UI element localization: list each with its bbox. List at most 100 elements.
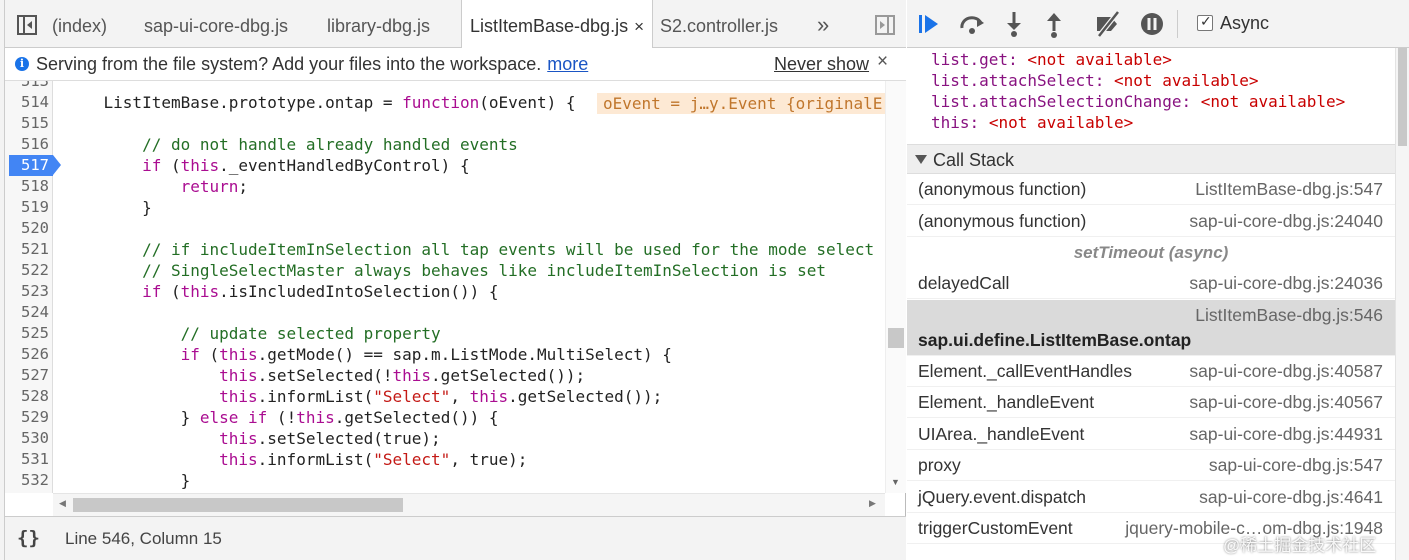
scope-variable-row[interactable]: list.attachSelect: <not available> [931, 70, 1259, 91]
line-number[interactable]: 527 [5, 365, 49, 386]
call-frame-location[interactable]: sap-ui-core-dbg.js:40587 [1189, 361, 1383, 382]
tab-sap-ui-core[interactable]: sap-ui-core-dbg.js [144, 0, 288, 48]
cursor-position: Line 546, Column 15 [65, 529, 222, 548]
call-frame-location[interactable]: ListItemBase-dbg.js:546 [1195, 305, 1383, 326]
debugger-vertical-scroll-thumb[interactable] [1398, 48, 1407, 146]
tab-library[interactable]: library-dbg.js [327, 0, 430, 48]
more-tabs-icon[interactable]: » [817, 12, 829, 38]
line-number[interactable]: 524 [5, 302, 49, 323]
call-frame[interactable]: Element._handleEvent sap-ui-core-dbg.js:4… [907, 387, 1395, 418]
code-line: return; [180, 177, 249, 196]
more-link[interactable]: more [547, 54, 588, 74]
step-into-icon[interactable] [999, 9, 1029, 39]
tab-s2-controller[interactable]: S2.controller.js [660, 0, 778, 48]
line-number[interactable]: 513 [5, 81, 49, 92]
step-over-icon[interactable] [957, 9, 987, 39]
scope-variable-name: list.attachSelect: [931, 71, 1105, 90]
scope-variable-name: list.get: [931, 50, 1018, 69]
scope-variable-value: <not available> [1200, 92, 1346, 111]
tab-index[interactable]: (index) [52, 0, 107, 48]
scope-variable-value: <not available> [988, 113, 1134, 132]
navigator-toggle-icon[interactable] [17, 15, 37, 35]
call-stack-title: Call Stack [933, 150, 1015, 170]
line-number[interactable]: 523 [5, 281, 49, 302]
scroll-down-arrow-icon[interactable]: ▼ [891, 477, 900, 487]
call-frame[interactable]: proxy sap-ui-core-dbg.js:547 [907, 450, 1395, 481]
scope-variable-row[interactable]: list.get: <not available> [931, 49, 1172, 70]
call-frame-function: triggerCustomEvent [918, 518, 1073, 538]
call-frame-location[interactable]: ListItemBase-dbg.js:547 [1195, 179, 1383, 200]
expand-triangle-icon [915, 155, 927, 164]
resume-icon[interactable] [915, 9, 945, 39]
call-frame-function: UIArea._handleEvent [918, 423, 1085, 444]
call-frame[interactable]: (anonymous function) ListItemBase-dbg.js:… [907, 174, 1395, 205]
call-frame-location[interactable]: sap-ui-core-dbg.js:44931 [1189, 424, 1383, 445]
async-label[interactable]: Async [1220, 13, 1269, 34]
line-number[interactable]: 531 [5, 449, 49, 470]
deactivate-breakpoints-icon[interactable] [1093, 9, 1123, 39]
call-frame[interactable]: UIArea._handleEvent sap-ui-core-dbg.js:44… [907, 419, 1395, 450]
editor-vertical-scrollbar[interactable]: ▼ [885, 81, 906, 493]
watermark: @稀土掘金技术社区 [1223, 536, 1377, 555]
editor-tab-bar: (index) sap-ui-core-dbg.js library-dbg.j… [5, 0, 906, 49]
scroll-right-arrow-icon[interactable]: ▶ [869, 498, 876, 509]
tab-list-item-base[interactable]: ListItemBase-dbg.js × [461, 0, 654, 49]
scope-variable-row[interactable]: list.attachSelectionChange: <not availab… [931, 91, 1345, 112]
debugger-vertical-scrollbar[interactable] [1395, 48, 1409, 560]
call-frame[interactable]: delayedCall sap-ui-core-dbg.js:24036 [907, 268, 1395, 299]
call-frame-function: (anonymous function) [918, 179, 1087, 199]
call-frame-location[interactable]: sap-ui-core-dbg.js:4641 [1199, 487, 1383, 508]
scope-variable-value: <not available> [1114, 71, 1259, 90]
debugger-sidebar: list: <not available> list.get: <not ava… [907, 0, 1409, 560]
line-number[interactable]: 522 [5, 260, 49, 281]
code-line: if (this.getMode() == sap.m.ListMode.Mul… [180, 345, 672, 364]
code-line: // do not handle already handled events [142, 135, 518, 154]
call-stack-header[interactable]: Call Stack [907, 144, 1395, 174]
debugger-sidebar-toggle-icon[interactable] [875, 15, 895, 35]
editor-vertical-scroll-thumb[interactable] [888, 328, 904, 348]
scope-variable-value: <not available> [1027, 50, 1172, 69]
step-out-icon[interactable] [1039, 9, 1069, 39]
call-frame-location[interactable]: sap-ui-core-dbg.js:24036 [1189, 273, 1383, 294]
never-show-link[interactable]: Never show [774, 54, 869, 75]
code-line: this.setSelected(true); [219, 429, 441, 448]
editor-horizontal-scrollbar[interactable]: ◀ ▶ [53, 493, 885, 516]
breakpoint-line-number[interactable]: 517 [9, 155, 61, 176]
line-number[interactable]: 520 [5, 218, 49, 239]
line-number[interactable]: 514 [5, 92, 49, 113]
scope-variable-row[interactable]: this: <not available> [931, 112, 1133, 133]
pause-on-exceptions-icon[interactable] [1137, 9, 1167, 39]
call-frame-location[interactable]: sap-ui-core-dbg.js:24040 [1189, 211, 1383, 232]
line-number[interactable]: 529 [5, 407, 49, 428]
line-number[interactable]: 530 [5, 428, 49, 449]
line-number[interactable]: 521 [5, 239, 49, 260]
async-checkbox[interactable] [1197, 13, 1213, 31]
line-number[interactable]: 528 [5, 386, 49, 407]
call-frame-selected[interactable]: sap.ui.define.ListItemBase.ontap ListItem… [907, 299, 1395, 356]
line-number[interactable]: 516 [5, 134, 49, 155]
scroll-left-arrow-icon[interactable]: ◀ [59, 498, 66, 509]
scope-variable-name: list.attachSelectionChange: [931, 92, 1192, 111]
code-line: } [65, 471, 191, 490]
line-number[interactable]: 519 [5, 197, 49, 218]
pretty-print-icon[interactable]: {} [17, 527, 40, 549]
line-number[interactable]: 518 [5, 176, 49, 197]
editor-horizontal-scroll-thumb[interactable] [73, 498, 403, 512]
call-frame[interactable]: jQuery.event.dispatch sap-ui-core-dbg.js:… [907, 482, 1395, 513]
code-line: // update selected property [180, 324, 441, 343]
line-number[interactable]: 532 [5, 470, 49, 491]
code-line: ListItemBase.prototype.ontap = function(… [65, 93, 576, 112]
call-frame-location[interactable]: sap-ui-core-dbg.js:547 [1209, 455, 1383, 476]
line-number[interactable]: 525 [5, 323, 49, 344]
call-frame[interactable]: Element._callEventHandles sap-ui-core-dbg… [907, 356, 1395, 387]
call-frame-location[interactable]: sap-ui-core-dbg.js:40567 [1189, 392, 1383, 413]
line-number[interactable]: 515 [5, 113, 49, 134]
close-infobar-icon[interactable]: × [877, 51, 888, 73]
call-frame[interactable]: (anonymous function) sap-ui-core-dbg.js:2… [907, 206, 1395, 237]
code-editor[interactable]: 513 514 515 516 517 518 519 520 521 522 523 524 525 5… [5, 81, 885, 493]
line-number-gutter[interactable]: 513 514 515 516 517 518 519 520 521 522 523 524 525 5… [5, 81, 61, 493]
call-frame-function: proxy [918, 455, 961, 475]
line-number[interactable]: 526 [5, 344, 49, 365]
close-tab-icon[interactable]: × [634, 17, 644, 36]
line-number[interactable]: 533 [5, 491, 49, 493]
